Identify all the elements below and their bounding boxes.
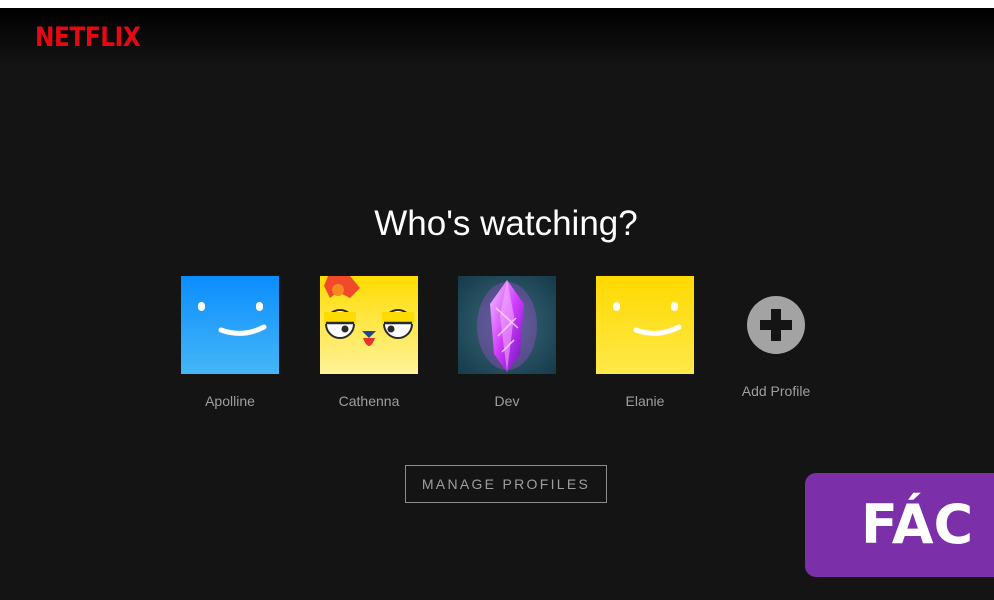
profile-name: Apolline — [205, 393, 255, 409]
profile-apolline[interactable]: Apolline — [181, 276, 279, 409]
netflix-logo[interactable]: NETFLIX — [35, 22, 141, 53]
manage-profiles-button[interactable]: MANAGE PROFILES — [405, 465, 607, 503]
profile-cathenna[interactable]: Cathenna — [320, 276, 418, 409]
plus-circle-icon[interactable] — [747, 296, 805, 354]
profile-dev[interactable]: Dev — [458, 276, 556, 409]
add-profile-button[interactable]: Add Profile — [728, 296, 824, 399]
add-profile-label: Add Profile — [741, 383, 811, 399]
page-title: Who's watching? — [374, 204, 638, 243]
profile-name: Cathenna — [338, 393, 400, 409]
profile-name: Elanie — [625, 393, 665, 409]
profile-elanie[interactable]: Elanie — [596, 276, 694, 409]
yellow-chicken-avatar-icon[interactable] — [320, 276, 418, 374]
netflix-profile-screen: NETFLIX Who's watching? Apolline Cathenn… — [0, 8, 994, 600]
watermark-badge: FÁC — [805, 473, 994, 577]
purple-crystal-avatar-icon[interactable] — [458, 276, 556, 374]
top-bar: NETFLIX — [0, 8, 994, 68]
blue-smile-avatar-icon[interactable] — [181, 276, 279, 374]
profile-name: Dev — [494, 393, 520, 409]
yellow-smile-avatar-icon[interactable] — [596, 276, 694, 374]
